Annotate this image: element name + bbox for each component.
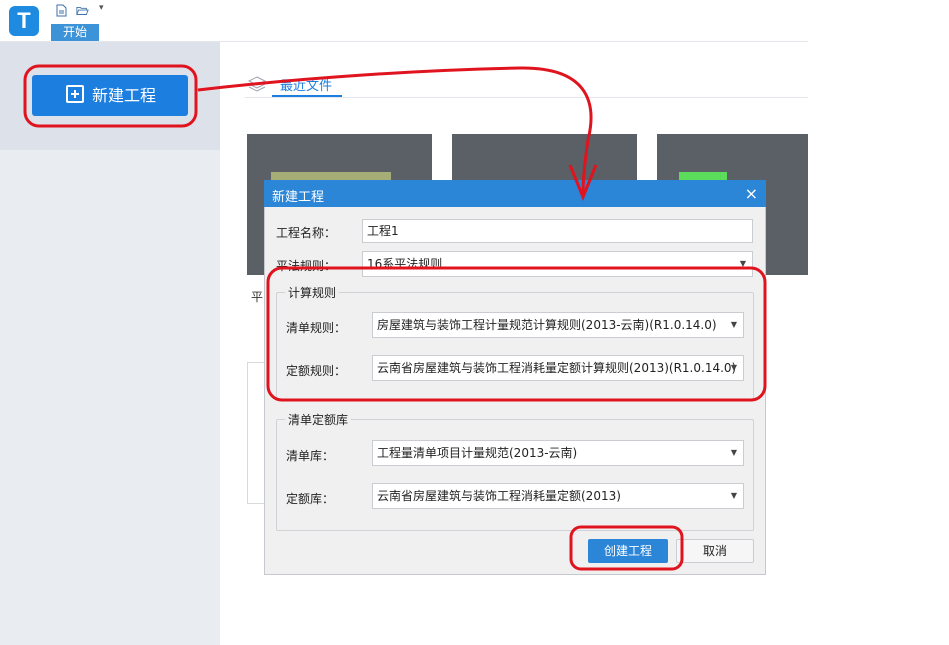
quota-lib-label: 定额库： [286, 492, 335, 506]
quota-rule-label: 定额规则： [286, 364, 347, 378]
list-lib-select[interactable]: 工程量清单项目计量规范(2013-云南) ▼ [372, 440, 744, 466]
new-file-icon[interactable] [55, 4, 68, 17]
tab-recent-files[interactable]: 最近文件 [280, 75, 332, 94]
open-folder-icon[interactable] [76, 4, 89, 17]
library-group-title: 清单定额库 [285, 411, 352, 428]
quota-lib-value: 云南省房屋建筑与装饰工程消耗量定额(2013) [377, 489, 621, 503]
tab-start[interactable]: 开始 [51, 24, 99, 41]
quota-rule-value: 云南省房屋建筑与装饰工程消耗量定额计算规则(2013)(R1.0.14.0) [377, 361, 737, 375]
new-project-button[interactable]: 新建工程 [32, 75, 188, 116]
library-group [276, 419, 754, 531]
dialog-title-bar: 新建工程 × [264, 180, 766, 207]
close-icon[interactable]: × [745, 184, 758, 203]
layers-icon [247, 76, 267, 92]
recent-file-name: 平 [251, 290, 264, 304]
add-project-icon [66, 85, 84, 103]
chevron-down-icon: ▼ [739, 259, 746, 268]
quota-rule-select[interactable]: 云南省房屋建筑与装饰工程消耗量定额计算规则(2013)(R1.0.14.0) ▼ [372, 355, 744, 381]
calc-rule-group [276, 292, 754, 400]
list-rule-select[interactable]: 房屋建筑与装饰工程计量规范计算规则(2013-云南)(R1.0.14.0) ▼ [372, 312, 744, 338]
create-project-button[interactable]: 创建工程 [588, 539, 668, 563]
project-name-label: 工程名称： [276, 226, 337, 240]
list-lib-label: 清单库： [286, 449, 335, 463]
list-lib-value: 工程量清单项目计量规范(2013-云南) [377, 446, 578, 460]
rule-select-value: 16系平法规则 [367, 257, 443, 271]
app-logo[interactable]: T [9, 6, 39, 36]
project-name-input[interactable]: 工程1 [362, 219, 753, 243]
rule-label: 平法规则： [276, 259, 337, 273]
cancel-button[interactable]: 取消 [676, 539, 754, 563]
calc-rule-group-title: 计算规则 [285, 284, 340, 301]
list-rule-label: 清单规则： [286, 321, 347, 335]
rule-select[interactable]: 16系平法规则 ▼ [362, 251, 753, 277]
quota-lib-select[interactable]: 云南省房屋建筑与装饰工程消耗量定额(2013) ▼ [372, 483, 744, 509]
chevron-down-icon: ▼ [730, 448, 737, 457]
chevron-down-icon: ▼ [730, 363, 737, 372]
dialog-title: 新建工程 [272, 190, 325, 205]
list-rule-value: 房屋建筑与装饰工程计量规范计算规则(2013-云南)(R1.0.14.0) [377, 318, 717, 332]
dropdown-icon[interactable]: ▾ [99, 3, 104, 13]
recent-divider [245, 97, 808, 98]
new-project-label: 新建工程 [92, 86, 157, 105]
chevron-down-icon: ▼ [730, 320, 737, 329]
chevron-down-icon: ▼ [730, 491, 737, 500]
